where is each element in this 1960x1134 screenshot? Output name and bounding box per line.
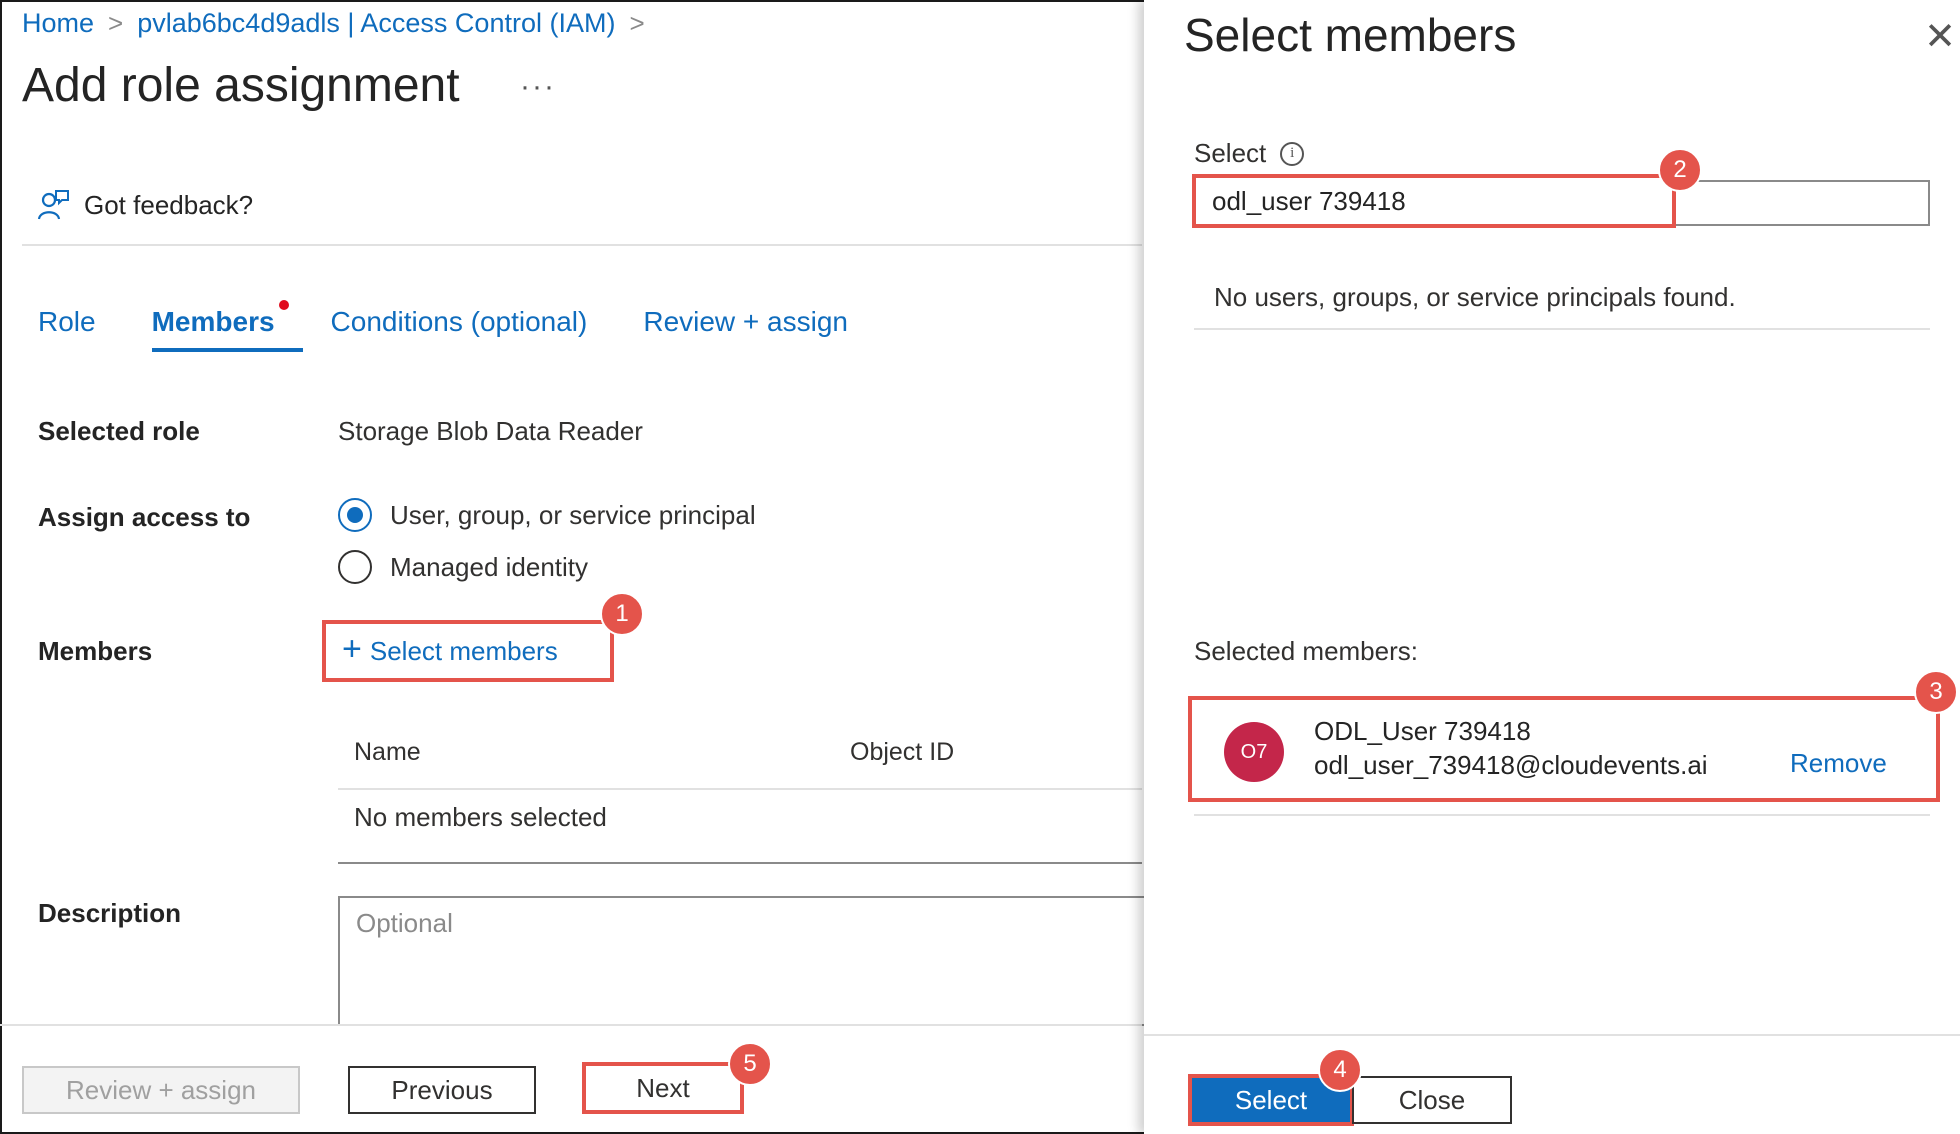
divider <box>338 788 1142 790</box>
tab-bar: Role Members Conditions (optional) Revie… <box>38 300 904 352</box>
info-icon[interactable]: i <box>1280 141 1305 166</box>
selected-role-value: Storage Blob Data Reader <box>338 416 643 446</box>
column-header-object-id: Object ID <box>850 738 955 766</box>
member-email: odl_user_739418@cloudevents.ai <box>1314 750 1708 780</box>
radio-unchecked-icon <box>338 550 372 584</box>
close-icon[interactable]: ✕ <box>1924 14 1956 59</box>
assign-access-label: Assign access to <box>38 502 251 532</box>
previous-button[interactable]: Previous <box>348 1066 536 1114</box>
avatar: O7 <box>1224 722 1284 782</box>
more-options-icon[interactable]: ··· <box>520 70 556 104</box>
column-header-name: Name <box>354 738 421 766</box>
divider <box>1144 1034 1960 1036</box>
callout-badge-5: 5 <box>728 1042 772 1086</box>
breadcrumb-resource[interactable]: pvlab6bc4d9adls | Access Control (IAM) <box>137 8 615 39</box>
chevron-right-icon: > <box>629 8 645 38</box>
next-button[interactable]: Next <box>582 1062 744 1114</box>
page-title: Add role assignment <box>22 59 460 112</box>
required-dot-icon <box>278 300 289 310</box>
breadcrumb: Home > pvlab6bc4d9adls | Access Control … <box>22 8 645 39</box>
plus-icon: + <box>342 630 362 668</box>
feedback-link[interactable]: Got feedback? <box>36 188 253 222</box>
tab-members[interactable]: Members <box>151 300 303 352</box>
selected-members-label: Selected members: <box>1194 636 1418 666</box>
search-input[interactable]: odl_user 739418 <box>1192 174 1676 228</box>
divider <box>1194 814 1930 816</box>
description-label: Description <box>38 898 182 928</box>
selected-role-label: Selected role <box>38 416 200 446</box>
callout-badge-2: 2 <box>1658 148 1702 192</box>
callout-badge-3: 3 <box>1914 670 1958 714</box>
review-assign-button[interactable]: Review + assign <box>22 1066 300 1114</box>
select-members-panel: Select members ✕ Select i odl_user 73941… <box>1144 0 1960 1134</box>
divider <box>22 244 1142 246</box>
divider <box>1194 328 1930 330</box>
tab-role[interactable]: Role <box>38 306 96 352</box>
tab-review-assign[interactable]: Review + assign <box>643 306 848 352</box>
divider <box>338 862 1142 864</box>
radio-user-group-sp[interactable]: User, group, or service principal <box>338 498 756 532</box>
member-name: ODL_User 739418 <box>1314 716 1531 746</box>
select-members-link[interactable]: + Select members <box>322 620 614 682</box>
remove-member-link[interactable]: Remove <box>1790 748 1887 779</box>
select-field-label: Select i <box>1194 138 1305 169</box>
close-button[interactable]: Close <box>1352 1076 1512 1124</box>
callout-badge-1: 1 <box>600 592 644 636</box>
tab-conditions[interactable]: Conditions (optional) <box>331 306 588 352</box>
breadcrumb-home[interactable]: Home <box>22 8 94 39</box>
description-textarea[interactable]: Optional <box>338 896 1158 1026</box>
feedback-label: Got feedback? <box>84 189 254 220</box>
members-empty-text: No members selected <box>354 802 607 832</box>
feedback-person-icon <box>37 190 69 220</box>
chevron-right-icon: > <box>108 8 124 38</box>
callout-badge-4: 4 <box>1318 1048 1362 1092</box>
no-results-text: No users, groups, or service principals … <box>1214 282 1736 312</box>
panel-title: Select members <box>1184 9 1517 61</box>
radio-managed-identity[interactable]: Managed identity <box>338 550 588 584</box>
divider <box>0 1024 1142 1026</box>
members-label: Members <box>38 636 153 666</box>
radio-checked-icon <box>338 498 372 532</box>
